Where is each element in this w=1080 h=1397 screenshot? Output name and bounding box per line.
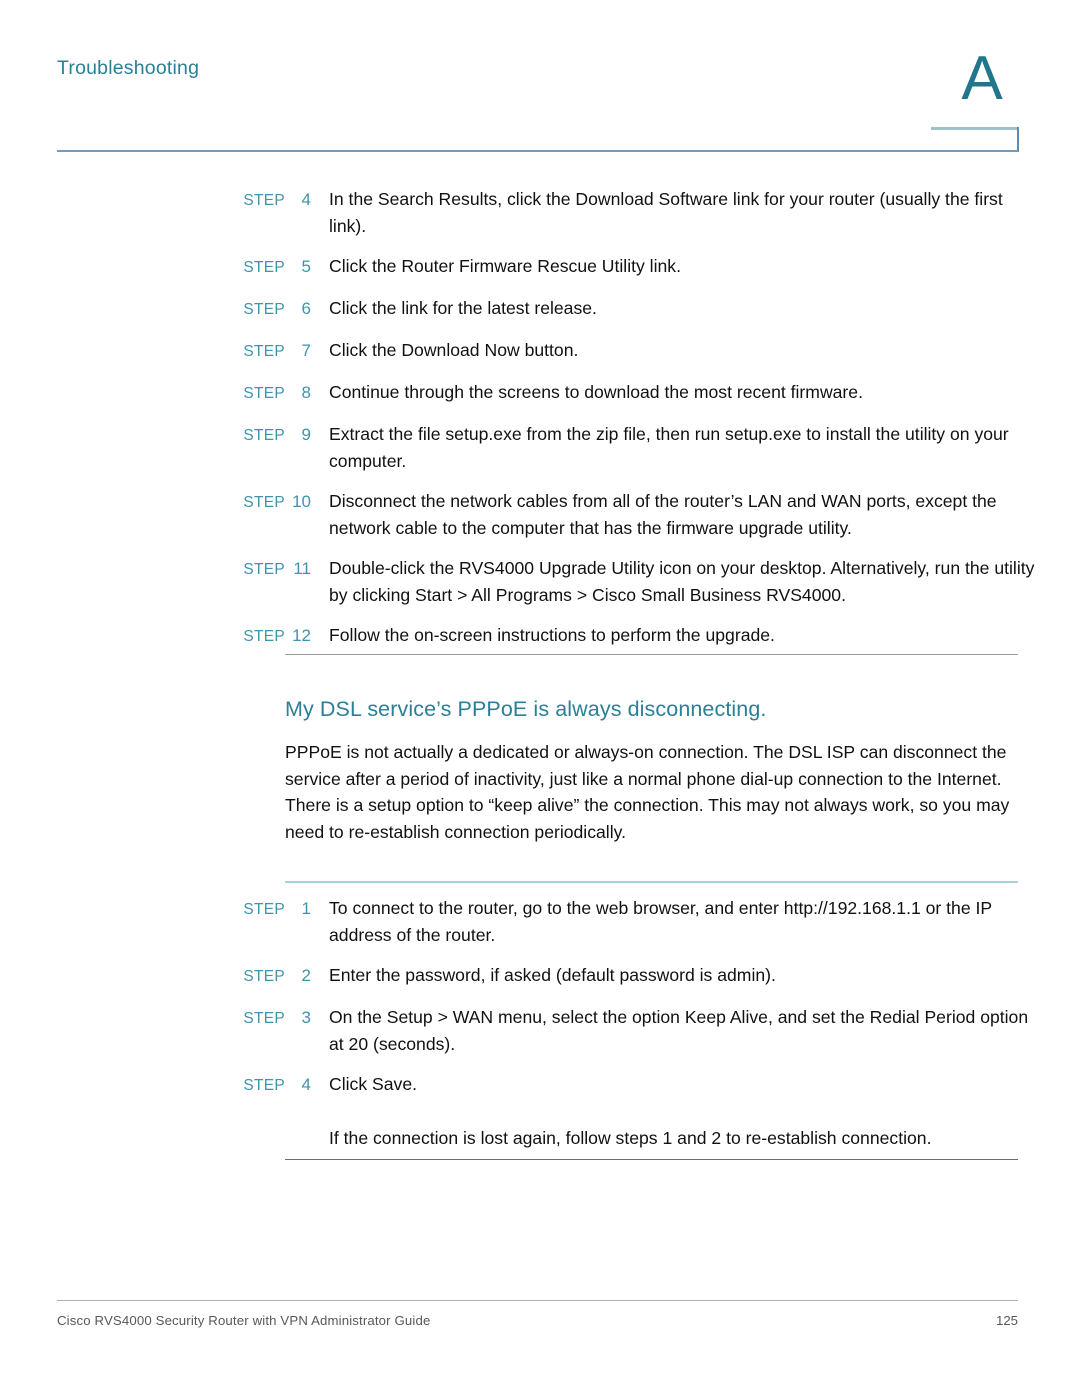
step-text: In the Search Results, click the Downloa… (329, 189, 1003, 236)
section-divider-bottom (285, 1159, 1018, 1161)
section-heading: My DSL service’s PPPoE is always disconn… (285, 697, 767, 721)
step-label: STEP (243, 192, 285, 209)
step-label: STEP (243, 343, 285, 360)
step-label: STEP (243, 1010, 285, 1027)
page-header: Troubleshooting A (0, 0, 1080, 160)
steps-divider-teal (285, 881, 1018, 883)
step-label: STEP (243, 385, 285, 402)
step-text: Extract the file setup.exe from the zip … (329, 424, 1009, 471)
step-number: 5 (301, 257, 311, 276)
step-list-keep-alive: STEP 1 To connect to the router, go to t… (210, 895, 1040, 1152)
step-row: STEP 2 Enter the password, if asked (def… (210, 962, 1040, 990)
step-text: Click the Router Firmware Rescue Utility… (329, 256, 681, 276)
step-text: Click the link for the latest release. (329, 298, 597, 318)
step-label: STEP (243, 1077, 285, 1094)
step-number: 4 (301, 1075, 311, 1094)
step-number: 7 (301, 341, 311, 360)
header-box-top-rule (931, 127, 1019, 130)
spacer-number (285, 1125, 311, 1126)
step-row: STEP 1 To connect to the router, go to t… (210, 895, 1040, 948)
step-row: STEP 5 Click the Router Firmware Rescue … (210, 253, 1040, 281)
step-label: STEP (243, 259, 285, 276)
step-row: STEP 3 On the Setup > WAN menu, select t… (210, 1004, 1040, 1057)
step-text: Follow the on-screen instructions to per… (329, 625, 775, 645)
step-number: 1 (301, 899, 311, 918)
step-label: STEP (243, 968, 285, 985)
step-number: 11 (293, 559, 311, 578)
step-number: 10 (292, 492, 311, 511)
step-number: 9 (301, 425, 311, 444)
step-number: 12 (292, 626, 311, 645)
chapter-label: Troubleshooting (57, 57, 200, 79)
step-text: Click the Download Now button. (329, 340, 579, 360)
header-box-right-rule (1017, 127, 1019, 152)
section-divider-top (285, 654, 1018, 655)
step-label: STEP (243, 427, 285, 444)
footer-page-number: 125 (995, 1313, 1018, 1328)
section-paragraph: PPPoE is not actually a dedicated or alw… (285, 742, 1010, 842)
footer-divider (57, 1300, 1018, 1301)
step-text: Continue through the screens to download… (329, 382, 863, 402)
step-text: Double-click the RVS4000 Upgrade Utility… (329, 558, 1035, 605)
step-label: STEP (243, 494, 285, 511)
step-number: 4 (301, 190, 311, 209)
step-text: Disconnect the network cables from all o… (329, 491, 997, 538)
step-list-firmware-upgrade: STEP 4 In the Search Results, click the … (210, 186, 1040, 650)
step-number: 3 (301, 1008, 311, 1027)
step-text: Enter the password, if asked (default pa… (329, 965, 776, 985)
header-divider (57, 150, 1018, 152)
step-label: STEP (243, 901, 285, 918)
step-row: STEP 4 In the Search Results, click the … (210, 186, 1040, 239)
step-number: 2 (301, 966, 311, 985)
step-number: 6 (301, 299, 311, 318)
step-text: On the Setup > WAN menu, select the opti… (329, 1007, 1029, 1054)
closing-note-text: If the connection is lost again, follow … (329, 1128, 932, 1148)
step-row: STEP 6 Click the link for the latest rel… (210, 295, 1040, 323)
step-row: STEP 4 Click Save. (210, 1071, 1040, 1099)
closing-note-row: If the connection is lost again, follow … (210, 1125, 1040, 1152)
step-row: STEP 11 Double-click the RVS4000 Upgrade… (210, 555, 1040, 608)
step-row: STEP 9 Extract the file setup.exe from t… (210, 421, 1040, 474)
step-text: To connect to the router, go to the web … (329, 898, 992, 945)
step-row: STEP 7 Click the Download Now button. (210, 337, 1040, 365)
step-label: STEP (243, 561, 285, 578)
step-number: 8 (301, 383, 311, 402)
step-row: STEP 12 Follow the on-screen instruction… (210, 622, 1040, 650)
spacer-label (210, 1125, 285, 1127)
step-text: Click Save. (329, 1074, 417, 1094)
step-row: STEP 8 Continue through the screens to d… (210, 379, 1040, 407)
step-row: STEP 10 Disconnect the network cables fr… (210, 488, 1040, 541)
step-label: STEP (243, 301, 285, 318)
step-label: STEP (243, 628, 285, 645)
chapter-letter: A (961, 44, 1003, 113)
